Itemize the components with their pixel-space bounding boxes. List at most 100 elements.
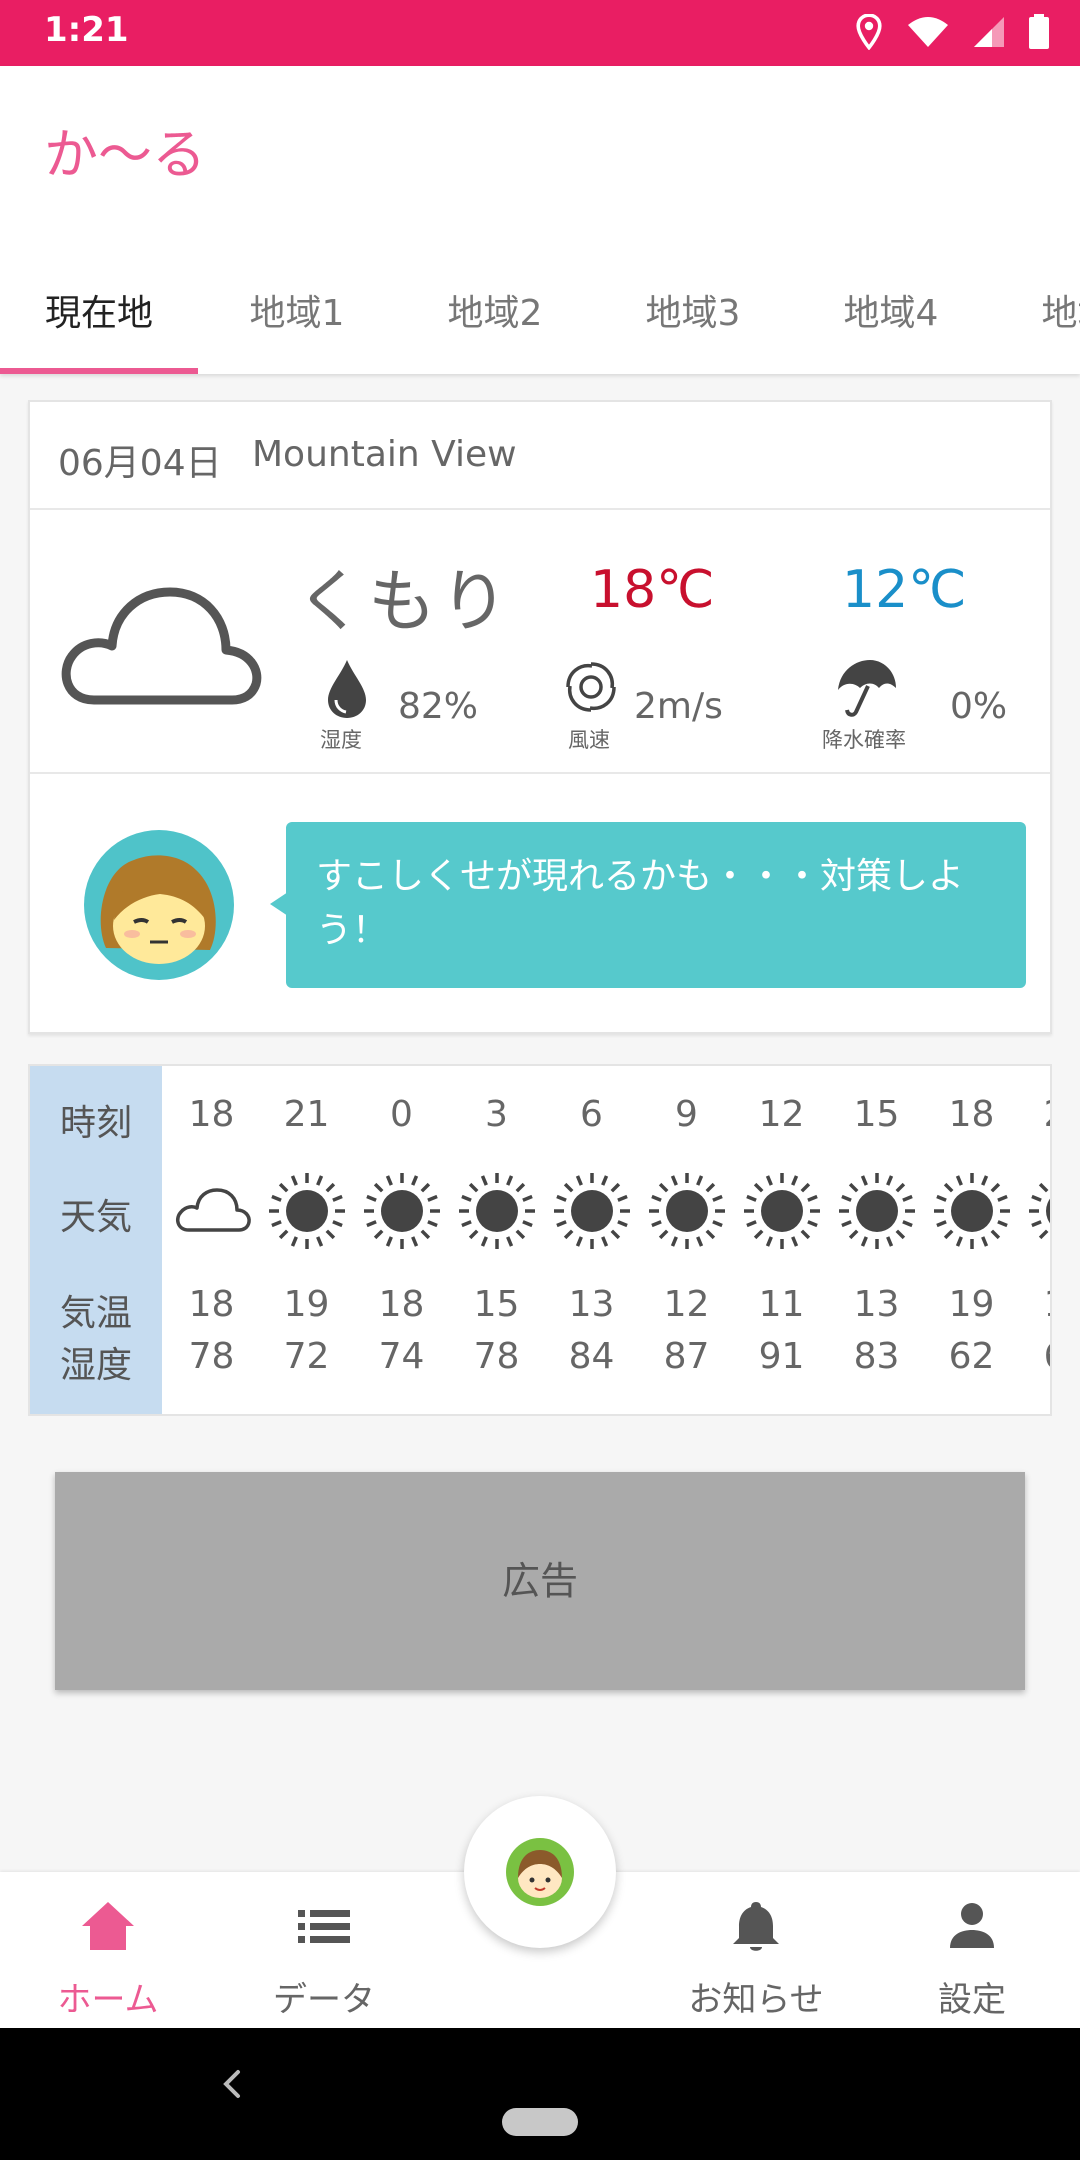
temp-high: 18℃	[590, 560, 715, 620]
sun-icon	[646, 1170, 728, 1256]
forecast-humidity: 83	[853, 1336, 900, 1377]
app-title: か〜る	[44, 123, 206, 186]
forecast-temp: 15	[473, 1284, 520, 1325]
forecast-column: 9 12 87	[639, 1066, 734, 1414]
forecast-temp: 12	[663, 1284, 710, 1325]
home-pill-button[interactable]	[502, 2108, 578, 2136]
tab-label: 地域5	[1041, 293, 1080, 334]
sun-icon	[931, 1170, 1013, 1256]
tab-label: 地域1	[249, 293, 345, 334]
forecast-row-labels: 時刻 天気 気温 湿度	[30, 1066, 162, 1414]
advice-bubble: すこしくせが現れるかも・・・対策しよう！	[286, 822, 1026, 988]
tab-indicator	[0, 368, 198, 374]
precip-value: 0%	[950, 686, 1008, 727]
weather-date: 06月04日	[58, 443, 222, 484]
forecast-column: 12 11 91	[734, 1066, 829, 1414]
nav-data[interactable]: データ	[216, 1872, 432, 2028]
forecast-temp: 18	[188, 1284, 235, 1325]
region-tabs: 現在地 地域1 地域2 地域3 地域4 地域5	[0, 264, 1080, 374]
status-time: 1:21	[44, 10, 129, 50]
tab-current-location[interactable]: 現在地	[0, 264, 198, 374]
forecast-time: 21	[283, 1094, 330, 1135]
precip-label: 降水確率	[822, 728, 906, 752]
status-icons	[854, 12, 1050, 52]
weather-card: 06月04日 Mountain View くもり 18℃ 12℃ 湿度 82%	[28, 400, 1052, 1034]
sun-icon	[551, 1170, 633, 1256]
forecast-column: 21 19 64	[1019, 1066, 1050, 1414]
wind-swirl-icon	[566, 662, 616, 712]
tab-region-4[interactable]: 地域4	[792, 264, 990, 374]
bell-icon	[733, 1902, 779, 1951]
list-icon	[298, 1910, 350, 1943]
cloud-icon	[61, 587, 262, 705]
tab-label: 地域4	[843, 293, 939, 334]
tab-region-5[interactable]: 地域5	[990, 264, 1080, 374]
forecast-column: 6 13 84	[544, 1066, 639, 1414]
status-bar: 1:21	[0, 0, 1080, 66]
card-header: 06月04日 Mountain View	[30, 402, 1050, 510]
forecast-humidity: 78	[473, 1336, 520, 1377]
forecast-temp: 13	[853, 1284, 900, 1325]
app-bar: か〜る 現在地 地域1 地域2 地域3 地域4 地域5	[0, 66, 1080, 374]
label-time: 時刻	[59, 1103, 132, 1144]
forecast-temp: 18	[378, 1284, 425, 1325]
weather-location: Mountain View	[252, 434, 517, 475]
character-fab-button[interactable]	[464, 1796, 616, 1948]
signal-icon	[974, 17, 1004, 47]
label-weather: 天気	[59, 1197, 132, 1238]
fab-character-icon	[518, 1850, 562, 1898]
sun-icon	[456, 1170, 538, 1256]
sun-icon	[836, 1170, 918, 1256]
nav-settings-label: 設定	[938, 1980, 1006, 2020]
home-icon	[82, 1902, 134, 1950]
forecast-humidity: 74	[378, 1336, 425, 1377]
label-humidity: 湿度	[59, 1345, 132, 1386]
label-temp: 気温	[59, 1293, 132, 1334]
system-navigation-bar	[0, 2028, 1080, 2160]
forecast-humidity: 87	[663, 1336, 710, 1377]
nav-home-label: ホーム	[57, 1980, 159, 2020]
current-weather: くもり 18℃ 12℃ 湿度 82% 風速 2m/s 降水確率 0%	[30, 510, 1050, 774]
nav-settings[interactable]: 設定	[864, 1872, 1080, 2028]
forecast-column: 21 19 72	[259, 1066, 354, 1414]
ad-banner[interactable]: 広告	[55, 1472, 1025, 1690]
forecast-time: 15	[853, 1094, 900, 1135]
forecast-humidity: 84	[568, 1336, 615, 1377]
umbrella-icon	[838, 660, 896, 717]
forecast-humidity: 72	[283, 1336, 330, 1377]
tab-region-3[interactable]: 地域3	[594, 264, 792, 374]
forecast-time: 18	[948, 1094, 995, 1135]
forecast-time: 0	[390, 1094, 413, 1135]
precip-metric: 降水確率 0%	[822, 658, 1032, 752]
tab-label: 現在地	[44, 293, 153, 334]
character-face-icon	[100, 855, 216, 964]
wind-metric: 風速 2m/s	[562, 658, 762, 752]
back-icon[interactable]	[218, 2064, 248, 2104]
forecast-column: 18 19 62	[924, 1066, 1019, 1414]
humidity-value: 82%	[398, 686, 479, 727]
forecast-temp: 19	[1019, 1284, 1050, 1325]
tab-region-1[interactable]: 地域1	[198, 264, 396, 374]
forecast-humidity: 91	[758, 1336, 805, 1377]
sun-icon	[1026, 1170, 1050, 1256]
forecast-column: 0 18 74	[354, 1066, 449, 1414]
nav-notifications-label: お知らせ	[688, 1980, 824, 2020]
forecast-temp: 19	[948, 1284, 995, 1325]
forecast-time: 6	[580, 1094, 603, 1135]
forecast-temp: 11	[758, 1284, 805, 1325]
forecast-time: 9	[675, 1094, 698, 1135]
forecast-humidity: 78	[188, 1336, 235, 1377]
forecast-column: 18 18 78	[164, 1066, 259, 1414]
forecast-temp: 19	[283, 1284, 330, 1325]
humidity-label: 湿度	[320, 728, 362, 752]
forecast-time: 18	[188, 1094, 235, 1135]
forecast-temp: 13	[568, 1284, 615, 1325]
sun-icon	[361, 1170, 443, 1256]
wind-value: 2m/s	[634, 686, 723, 727]
forecast-time: 3	[485, 1094, 508, 1135]
nav-notifications[interactable]: お知らせ	[648, 1872, 864, 2028]
hourly-forecast[interactable]: 時刻 天気 気温 湿度 18 18 78 21 19 72 0 18 74 3 15 78 6 13 84 9…	[28, 1064, 1052, 1416]
water-drop-icon	[328, 660, 366, 718]
nav-home[interactable]: ホーム	[0, 1872, 216, 2028]
tab-region-2[interactable]: 地域2	[396, 264, 594, 374]
